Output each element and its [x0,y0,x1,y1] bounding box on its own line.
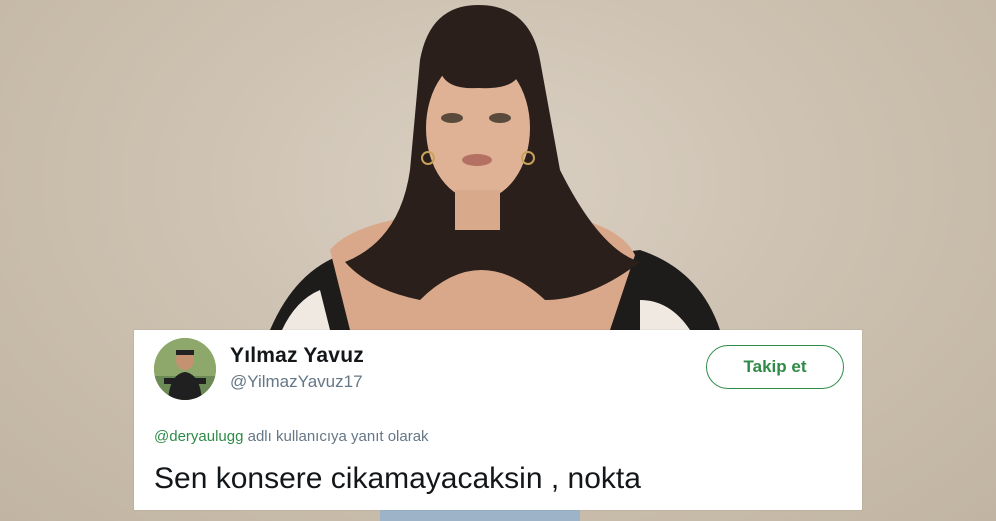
avatar[interactable] [154,338,216,400]
reply-context: @deryaulugg adlı kullanıcıya yanıt olara… [154,428,429,445]
author-name[interactable]: Yılmaz Yavuz [230,344,364,368]
reply-mention-link[interactable]: @deryaulugg [154,428,243,445]
reply-context-label: adlı kullanıcıya yanıt olarak [243,428,429,445]
tweet-card: Yılmaz Yavuz @YilmazYavuz17 Takip et @de… [134,330,862,510]
follow-button[interactable]: Takip et [706,345,844,389]
profile-photo-icon [154,338,216,400]
tweet-text: Sen konsere cikamayacaksin , nokta [154,462,641,495]
author-handle[interactable]: @YilmazYavuz17 [230,372,363,392]
